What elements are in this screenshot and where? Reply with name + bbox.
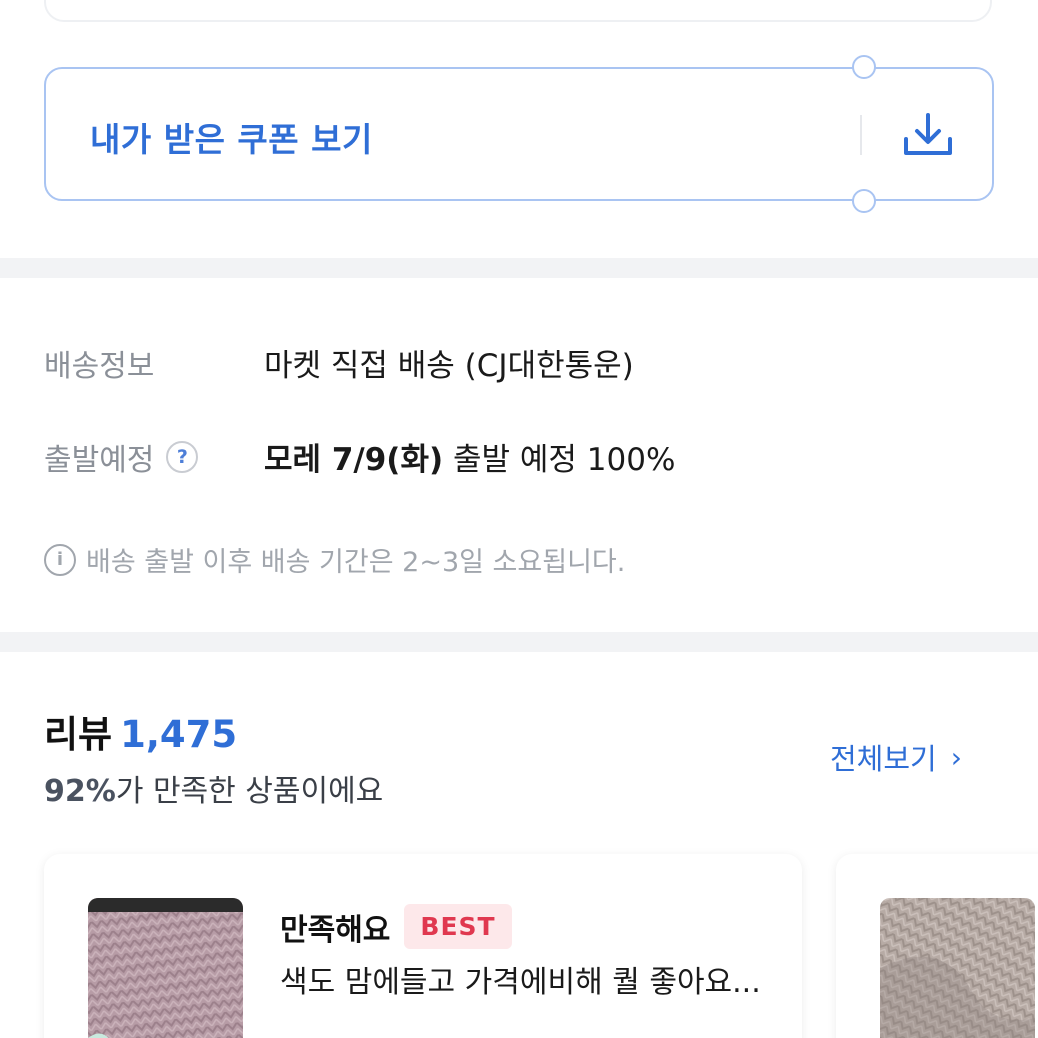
review-satisfaction: 92%가 만족한 상품이에요: [44, 766, 383, 810]
download-icon[interactable]: [898, 109, 958, 163]
satisfaction-percent: 92%: [44, 774, 116, 809]
shipping-info-label: 배송정보: [44, 348, 155, 384]
departure-date: 모레 7/9(화): [264, 442, 444, 478]
departure-value: 모레 7/9(화) 출발 예정 100%: [264, 434, 675, 479]
shipping-info-value: 마켓 직접 배송 (CJ대한통운): [264, 348, 634, 384]
departure-rate: 출발 예정 100%: [443, 442, 676, 478]
see-all-label: 전체보기: [830, 742, 937, 776]
departure-label-wrap: 출발예정 ?: [44, 435, 264, 479]
review-header: 만족해요 BEST: [280, 904, 512, 949]
departure-label: 출발예정: [44, 442, 155, 478]
review-card[interactable]: [836, 854, 1038, 1038]
coupon-divider: [860, 115, 862, 155]
section-divider: [0, 632, 1038, 652]
review-card[interactable]: 만족해요 BEST 색도 맘에들고 가격에비해 퀄 좋아요...: [44, 854, 802, 1038]
review-heading: 리뷰 1,475: [44, 704, 237, 758]
shipping-notice: i 배송 출발 이후 배송 기간은 2~3일 소요됩니다.: [44, 540, 625, 579]
previous-card: [44, 0, 992, 22]
review-text: 색도 맘에들고 가격에비해 퀄 좋아요...: [280, 965, 761, 1000]
my-coupons-button[interactable]: 내가 받은 쿠폰 보기: [44, 53, 994, 215]
chevron-right-icon: ›: [950, 740, 962, 774]
help-icon[interactable]: ?: [166, 440, 199, 473]
best-badge: BEST: [404, 904, 512, 949]
review-photo: [880, 898, 1035, 1038]
review-title: 리뷰: [44, 713, 113, 756]
satisfaction-text: 가 만족한 상품이에요: [115, 774, 384, 809]
coupon-label: 내가 받은 쿠폰 보기: [90, 120, 373, 159]
review-count: 1,475: [120, 713, 238, 756]
shipping-notice-text: 배송 출발 이후 배송 기간은 2~3일 소요됩니다.: [86, 547, 626, 578]
review-rating-title: 만족해요: [280, 912, 391, 948]
departure-row: 출발예정 ? 모레 7/9(화) 출발 예정 100%: [44, 434, 675, 479]
coupon-notch: [852, 189, 876, 213]
see-all-reviews-link[interactable]: 전체보기 ›: [830, 736, 962, 778]
section-divider: [0, 258, 1038, 278]
review-photo: [88, 898, 243, 1038]
info-icon: i: [44, 543, 76, 576]
coupon-notch: [852, 55, 876, 79]
shipping-info-row: 배송정보 마켓 직접 배송 (CJ대한통운): [44, 340, 634, 385]
